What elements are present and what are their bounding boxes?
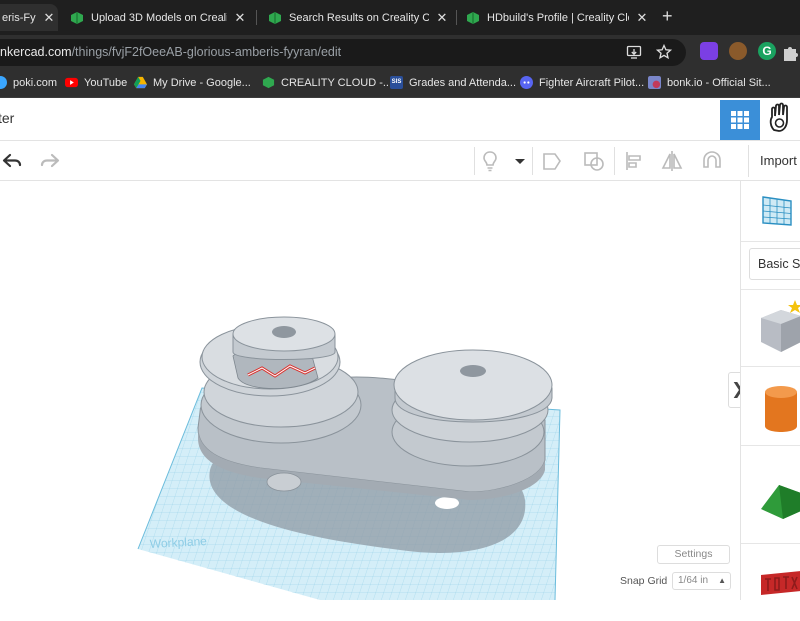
creality-icon [269,11,281,24]
cruise-button[interactable] [700,149,724,173]
browser-toolbar: nkercad.com/things/fvjF2fOeeAB-glorious-… [0,35,800,70]
pulley-model[interactable] [197,316,553,500]
3d-view-button[interactable] [720,100,760,140]
design-title[interactable]: ter [0,110,14,126]
bookmark-label: Grades and Attenda... [409,76,517,89]
undo-button[interactable] [0,149,24,173]
model-shadow-hole [435,497,459,509]
shape-roof[interactable] [757,471,800,531]
snap-grid-label: Snap Grid [620,575,668,587]
bookmark-google-drive[interactable]: My Drive - Google... [134,76,251,89]
chevron-down-icon [515,159,525,164]
text-shape-icon [761,571,800,595]
hand-icon [769,102,788,132]
new-tab-button[interactable]: + [662,6,673,27]
shape-text[interactable] [757,561,800,621]
grid-icon [731,111,749,129]
bookmark-fighter-aircraft[interactable]: Fighter Aircraft Pilot... [520,76,644,89]
shape-category-dropdown[interactable]: Basic Sh [749,248,800,280]
sim-lab-button[interactable] [762,100,800,140]
youtube-icon [65,77,78,88]
group-icon [543,153,561,170]
tab-hdbuild-profile[interactable]: HDbuild's Profile | Creality Clou ✕ [458,4,656,31]
edit-toolbar: Import [0,141,800,181]
undo-icon [2,153,22,168]
shape-box[interactable] [757,296,800,356]
close-icon[interactable]: ✕ [233,10,247,26]
close-icon[interactable]: ✕ [635,10,649,26]
caret-up-icon: ▲ [718,576,726,585]
url-path: /things/fvjF2fOeeAB-glorious-amberis-fyy… [71,45,342,59]
snap-grid-select[interactable]: 1/64 in ▲ [672,572,731,590]
ungroup-icon [584,152,604,171]
redo-button[interactable] [38,149,62,173]
bookmark-grades[interactable]: SIS Grades and Attenda... [390,76,516,89]
poki-icon [0,76,7,89]
bookmark-youtube[interactable]: YouTube [65,76,127,89]
mirror-button[interactable] [660,149,684,173]
creality-icon [71,11,83,24]
shape-cylinder[interactable] [757,376,800,436]
show-all-button[interactable] [478,149,502,173]
bookmark-label: bonk.io - Official Sit... [667,76,771,89]
extension-bear-icon[interactable] [729,42,747,60]
bonk-icon [648,76,661,89]
sis-icon: SIS [390,76,403,89]
bookmark-star-icon[interactable] [656,44,672,60]
align-button[interactable] [622,149,646,173]
tab-search-creality[interactable]: Search Results on Creality Clou ✕ [260,4,454,31]
extension-tw-icon[interactable] [700,42,718,60]
group-button[interactable] [540,149,564,173]
cylinder-shape-icon [765,386,797,432]
url-host: nkercad.com [0,45,72,59]
bookmark-label: YouTube [84,76,128,89]
close-icon[interactable]: ✕ [42,10,56,26]
bookmark-poki[interactable]: poki.com [0,76,57,89]
workplane-tool-icon[interactable] [759,191,795,231]
shapes-panel: Basic Sh [740,181,800,600]
lightbulb-icon [483,151,497,172]
mirror-icon [661,151,683,171]
tab-title: HDbuild's Profile | Creality Clou [487,11,629,24]
close-icon[interactable]: ✕ [435,10,449,26]
tab-title: Upload 3D Models on Creality C [91,11,227,24]
settings-button[interactable]: Settings [657,545,730,564]
bookmark-label: poki.com [13,76,58,89]
magnet-icon [703,151,721,168]
tab-title: Search Results on Creality Clou [289,11,429,24]
roof-shape-icon [761,485,800,519]
app-header: ter [0,98,800,141]
extensions-puzzle-icon[interactable] [780,43,800,63]
redo-icon [40,153,60,168]
workplane-scene[interactable]: Workplane [0,181,740,600]
bookmark-bonk[interactable]: bonk.io - Official Sit... [648,76,771,89]
google-drive-icon [134,76,147,89]
workspace-canvas[interactable]: Workplane [0,181,740,600]
creality-icon [467,11,479,24]
import-button[interactable]: Import [748,145,800,177]
bookmark-label: CREALITY CLOUD -... [281,76,393,89]
ungroup-button[interactable] [582,149,606,173]
install-app-icon[interactable] [626,44,642,60]
tab-title: eris-Fy [2,11,36,24]
discord-icon [520,76,533,89]
creality-icon [262,76,275,89]
tab-tinkercad[interactable]: eris-Fy ✕ [0,4,58,31]
show-all-dropdown[interactable] [508,149,532,173]
box-shape-icon [761,300,800,352]
tab-upload-creality[interactable]: Upload 3D Models on Creality C ✕ [62,4,254,31]
bookmark-creality-cloud[interactable]: CREALITY CLOUD -... [262,76,392,89]
align-icon [626,152,641,170]
bookmarks-bar: poki.com YouTube My Drive - Google... CR… [0,70,800,98]
address-bar[interactable]: nkercad.com/things/fvjF2fOeeAB-glorious-… [0,39,686,66]
snap-grid-value: 1/64 in [678,575,709,586]
bookmark-label: My Drive - Google... [153,76,251,89]
grammarly-icon[interactable]: G [758,42,776,60]
browser-tab-strip: eris-Fy ✕ Upload 3D Models on Creality C… [0,0,800,35]
bookmark-label: Fighter Aircraft Pilot... [539,76,645,89]
